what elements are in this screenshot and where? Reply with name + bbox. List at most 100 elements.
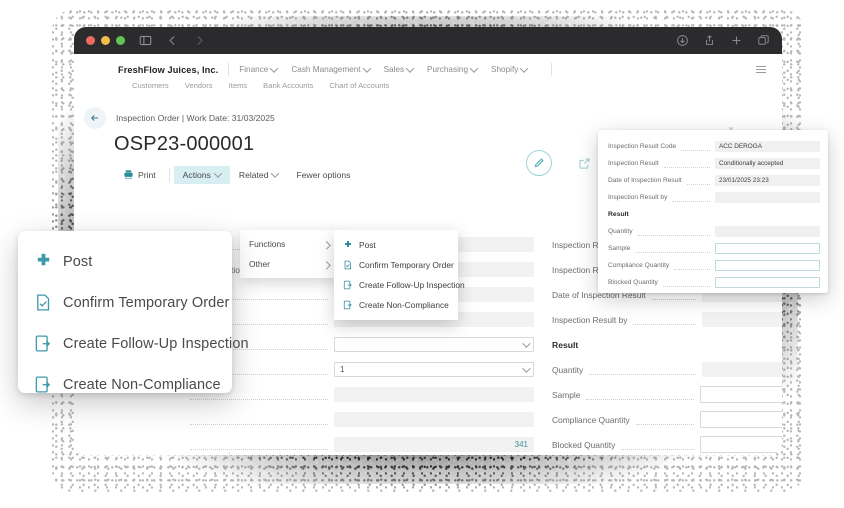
- browser-forward-icon[interactable]: [193, 34, 206, 47]
- panel-label-date-of-inspection-result: Date of Inspection Result: [608, 177, 682, 184]
- create-inspection-icon: [34, 334, 53, 353]
- traffic-lights[interactable]: [86, 36, 125, 45]
- leader-dots: [663, 279, 710, 287]
- field-8[interactable]: [334, 412, 534, 427]
- navbar-divider: [228, 63, 229, 76]
- chevron-down-icon: [362, 64, 370, 72]
- field-7[interactable]: [334, 387, 534, 402]
- browser-back-icon[interactable]: [166, 34, 179, 47]
- tab-line[interactable]: Line: [285, 454, 321, 455]
- browser-titlebar: [74, 27, 782, 54]
- menu-item-create-follow-up-inspection[interactable]: Create Follow-Up Inspection: [334, 275, 458, 295]
- leader-dots: [190, 414, 328, 425]
- panel-row: Sample: [598, 240, 828, 257]
- print-button[interactable]: Print: [114, 165, 165, 184]
- menu-item-confirm-temporary-order[interactable]: Confirm Temporary Order: [334, 255, 458, 275]
- download-icon[interactable]: [676, 34, 689, 47]
- nav-menu-finance[interactable]: Finance: [239, 65, 277, 74]
- fewer-options-button[interactable]: Fewer options: [287, 166, 359, 184]
- field-label-compliance-quantity: Compliance Quantity: [552, 415, 630, 425]
- field-quantity[interactable]: [702, 362, 782, 377]
- menu-item-non-compliance-label: Create Non-Compliance: [359, 300, 449, 310]
- related-button-label: Related: [239, 170, 269, 180]
- nav-shortcut-vendors[interactable]: Vendors: [185, 81, 213, 90]
- nav-shortcut-bank-accounts[interactable]: Bank Accounts: [263, 81, 313, 90]
- panel-field-inspection-result[interactable]: Conditionally accepted: [715, 158, 820, 169]
- chevron-down-icon: [214, 169, 222, 177]
- nav-menu-purchasing[interactable]: Purchasing: [427, 65, 477, 74]
- tab-manage[interactable]: Manage: [234, 453, 285, 456]
- tabs-icon[interactable]: [757, 34, 770, 47]
- callout-item-follow-up-label: Create Follow-Up Inspection: [63, 336, 249, 352]
- callout-item-confirm-temporary-order[interactable]: Confirm Temporary Order: [18, 282, 232, 323]
- edit-pencil-icon[interactable]: [526, 150, 552, 176]
- panel-field-quantity[interactable]: [715, 226, 820, 237]
- business-central-navbar: FreshFlow Juices, Inc. Finance Cash Mana…: [74, 54, 782, 95]
- callout-item-post-label: Post: [63, 254, 92, 270]
- form-row: 1: [184, 357, 534, 382]
- more-menu-icon[interactable]: [756, 66, 766, 73]
- callout-item-create-non-compliance[interactable]: Create Non-Compliance: [18, 364, 232, 405]
- new-tab-icon[interactable]: [730, 34, 743, 47]
- panel-label-compliance-quantity: Compliance Quantity: [608, 262, 669, 269]
- menu-item-create-non-compliance[interactable]: Create Non-Compliance: [334, 295, 458, 315]
- form-row: Compliance Quantity: [552, 407, 782, 432]
- callout-item-post[interactable]: Post: [18, 241, 232, 282]
- zoom-window-button[interactable]: [116, 36, 125, 45]
- field-select-6-value: 1: [340, 365, 344, 374]
- callout-item-create-follow-up-inspection[interactable]: Create Follow-Up Inspection: [18, 323, 232, 364]
- field-blocked-quantity[interactable]: [700, 436, 782, 453]
- leader-dots: [633, 314, 696, 325]
- panel-field-inspection-result-code[interactable]: ACC DEROGA: [715, 141, 820, 152]
- create-noncompliance-icon: [34, 375, 53, 394]
- lines-tab-row: Lines Manage Line: [174, 452, 774, 455]
- navbar-shortcut-row: Customers Vendors Items Bank Accounts Ch…: [74, 81, 782, 90]
- panel-field-date-of-inspection-result[interactable]: 23/01/2025 23:23: [715, 175, 820, 186]
- field-label-sample: Sample: [552, 390, 580, 400]
- panel-label-sample: Sample: [608, 245, 630, 252]
- panel-field-compliance-quantity[interactable]: [715, 260, 820, 271]
- chevron-down-icon: [271, 169, 279, 177]
- field-sample[interactable]: [700, 386, 782, 403]
- panel-field-sample[interactable]: [715, 243, 820, 254]
- menu-item-functions[interactable]: Functions: [240, 234, 340, 254]
- minimize-window-button[interactable]: [101, 36, 110, 45]
- sidebar-toggle-icon[interactable]: [139, 34, 152, 47]
- create-noncompliance-icon: [343, 300, 353, 310]
- confirm-document-icon: [343, 260, 353, 270]
- nav-menu-sales[interactable]: Sales: [384, 65, 413, 74]
- fewer-options-label: Fewer options: [296, 170, 350, 180]
- nav-menu-purchasing-label: Purchasing: [427, 65, 468, 74]
- leader-dots: [672, 194, 710, 202]
- nav-shortcut-chart-of-accounts[interactable]: Chart of Accounts: [329, 81, 389, 90]
- lines-tab-divider: [229, 452, 230, 455]
- print-button-label: Print: [138, 170, 156, 180]
- panel-field-inspection-result-by[interactable]: [715, 192, 820, 203]
- actions-button[interactable]: Actions: [174, 166, 230, 184]
- field-quantity-value[interactable]: 341: [334, 437, 534, 452]
- field-inspection-result-by[interactable]: [702, 312, 782, 327]
- lines-section: Lines Manage Line New Line: [174, 452, 774, 455]
- actions-functions-menu: Functions Other: [240, 230, 340, 278]
- chevron-right-icon: [322, 261, 330, 269]
- screenshot-stage: FreshFlow Juices, Inc. Finance Cash Mana…: [0, 0, 844, 508]
- arrow-left-icon[interactable]: [84, 107, 106, 129]
- share-icon[interactable]: [703, 34, 716, 47]
- company-brand[interactable]: FreshFlow Juices, Inc.: [118, 65, 218, 75]
- close-window-button[interactable]: [86, 36, 95, 45]
- share-open-icon[interactable]: [578, 157, 591, 170]
- magnified-actions-callout: Post Confirm Temporary Order Create Foll…: [18, 231, 232, 393]
- panel-field-blocked-quantity[interactable]: [715, 277, 820, 288]
- tab-lines[interactable]: Lines: [184, 454, 225, 455]
- field-select-5[interactable]: [334, 337, 534, 352]
- nav-shortcut-items[interactable]: Items: [229, 81, 248, 90]
- nav-menu-cash-management[interactable]: Cash Management: [291, 65, 369, 74]
- field-compliance-quantity[interactable]: [700, 411, 782, 428]
- related-button[interactable]: Related: [230, 166, 288, 184]
- nav-menu-finance-label: Finance: [239, 65, 268, 74]
- nav-menu-shopify[interactable]: Shopify: [491, 65, 527, 74]
- menu-item-other[interactable]: Other: [240, 254, 340, 274]
- nav-shortcut-customers[interactable]: Customers: [132, 81, 169, 90]
- field-select-6[interactable]: 1: [334, 362, 534, 377]
- menu-item-post[interactable]: Post: [334, 235, 458, 255]
